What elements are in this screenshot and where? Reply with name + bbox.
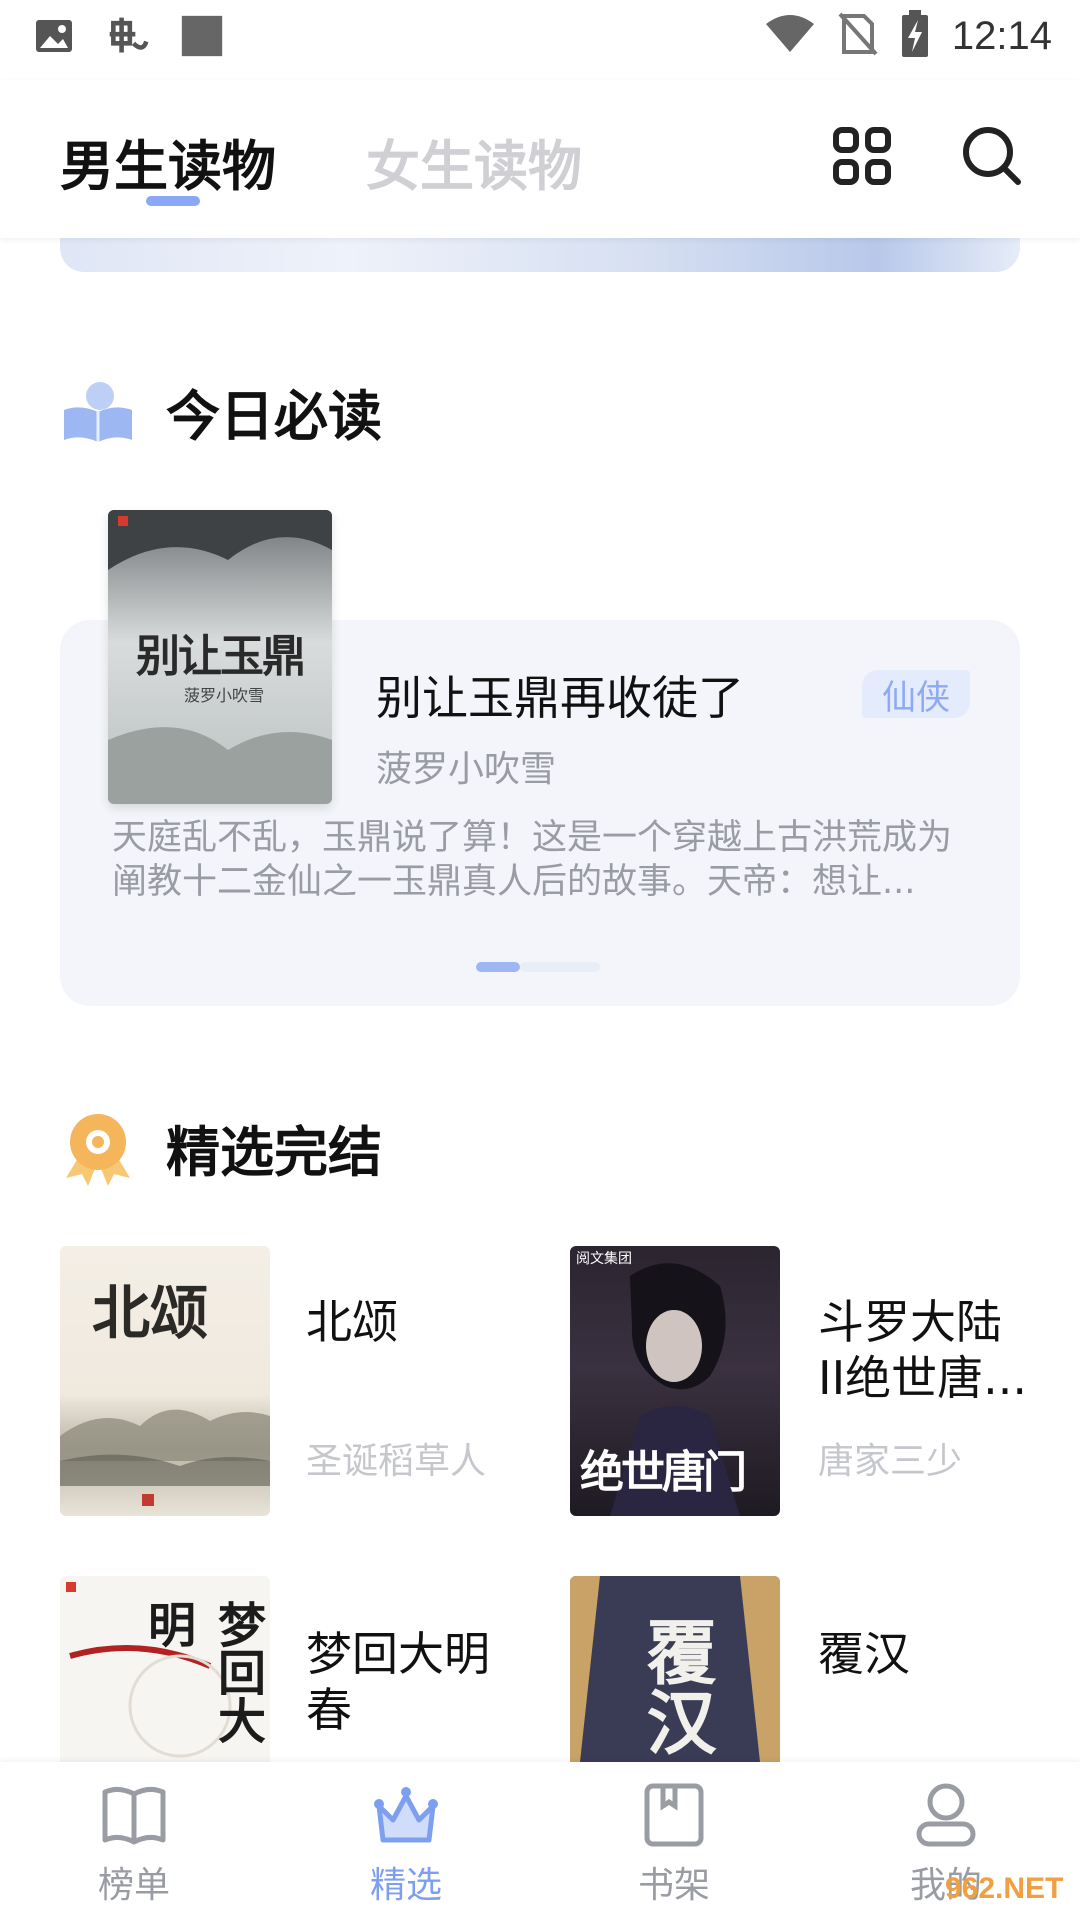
today-section-header: 今日必读	[60, 372, 382, 451]
finished-section-header: 精选完结	[60, 1108, 382, 1187]
nav-bookshelf[interactable]: 书架	[604, 1780, 744, 1908]
book-reading-icon	[60, 374, 136, 450]
status-bar: 12:14	[0, 0, 1080, 80]
today-cover-title: 别让玉鼎	[136, 631, 306, 682]
carousel-dot-inactive	[520, 962, 600, 972]
search-icon[interactable]	[960, 124, 1024, 188]
nav-ranking[interactable]: 榜单	[64, 1780, 204, 1908]
category-grid-icon[interactable]	[830, 124, 894, 188]
bottom-navigation: 榜单 精选 书架 我的	[0, 1762, 1080, 1920]
nav-label-featured: 精选	[369, 1865, 442, 1906]
today-book-title[interactable]: 别让玉鼎再收徒了	[376, 662, 744, 728]
today-section-title: 今日必读	[166, 385, 382, 448]
carousel-indicator	[476, 962, 600, 972]
nav-featured[interactable]: 精选	[336, 1780, 476, 1908]
medal-icon	[60, 1110, 136, 1186]
book-title-menghui[interactable]: 梦回大明春	[306, 1626, 506, 1738]
crown-icon	[371, 1780, 441, 1850]
app-notification-icon	[106, 14, 150, 58]
top-header: 男生读物 女生读物	[0, 80, 1080, 238]
nav-label-ranking: 榜单	[97, 1865, 170, 1906]
book-author-beisong: 圣诞稻草人	[306, 1441, 487, 1482]
book-cover-fuhan[interactable]: 覆汉	[570, 1576, 780, 1762]
book-cover-title: 覆汉	[635, 1616, 718, 1756]
finished-section-title: 精选完结	[166, 1121, 382, 1184]
square-notification-icon	[180, 14, 224, 58]
book-author-douluo: 唐家三少	[818, 1441, 963, 1482]
today-book-cover[interactable]: 别让玉鼎 菠罗小吹雪	[108, 510, 332, 804]
genre-badge: 仙侠	[862, 670, 970, 718]
banner-carousel[interactable]	[60, 238, 1020, 272]
book-cover-title: 绝世唐门	[580, 1447, 747, 1498]
wifi-icon	[764, 14, 816, 58]
book-title-douluo[interactable]: 斗罗大陆II绝世唐...	[818, 1294, 1028, 1406]
active-tab-indicator	[146, 196, 200, 206]
book-cover-douluo[interactable]: 阅文集团 绝世唐门	[570, 1246, 780, 1516]
user-icon	[911, 1780, 981, 1850]
image-notification-icon	[32, 14, 76, 58]
site-watermark: 962.NET	[945, 1872, 1064, 1905]
carousel-dot-active	[476, 962, 520, 972]
tab-female-reading[interactable]: 女生读物	[366, 122, 582, 201]
battery-charging-icon	[900, 10, 930, 62]
today-book-author: 菠罗小吹雪	[376, 749, 557, 790]
book-cover-beisong[interactable]: 北颂	[60, 1246, 270, 1516]
no-sim-icon	[838, 12, 878, 60]
book-cover-menghui[interactable]: 梦回大明	[60, 1576, 270, 1762]
book-cover-title: 梦回大明	[139, 1600, 265, 1744]
book-title-beisong[interactable]: 北颂	[306, 1294, 506, 1350]
status-icons-right: 12:14	[764, 10, 1052, 62]
today-cover-author: 菠罗小吹雪	[184, 686, 265, 705]
status-time: 12:14	[951, 13, 1052, 58]
nav-label-bookshelf: 书架	[637, 1865, 710, 1906]
book-cover-publisher: 阅文集团	[576, 1251, 632, 1267]
bookshelf-icon	[639, 1780, 709, 1850]
status-icons-left	[32, 14, 224, 58]
open-book-icon	[99, 1780, 169, 1850]
book-title-fuhan[interactable]: 覆汉	[818, 1626, 1018, 1682]
tab-male-reading[interactable]: 男生读物	[60, 122, 276, 201]
today-book-description: 天庭乱不乱，玉鼎说了算！这是一个穿越上古洪荒成为阐教十二金仙之一玉鼎真人后的故事…	[112, 818, 953, 902]
